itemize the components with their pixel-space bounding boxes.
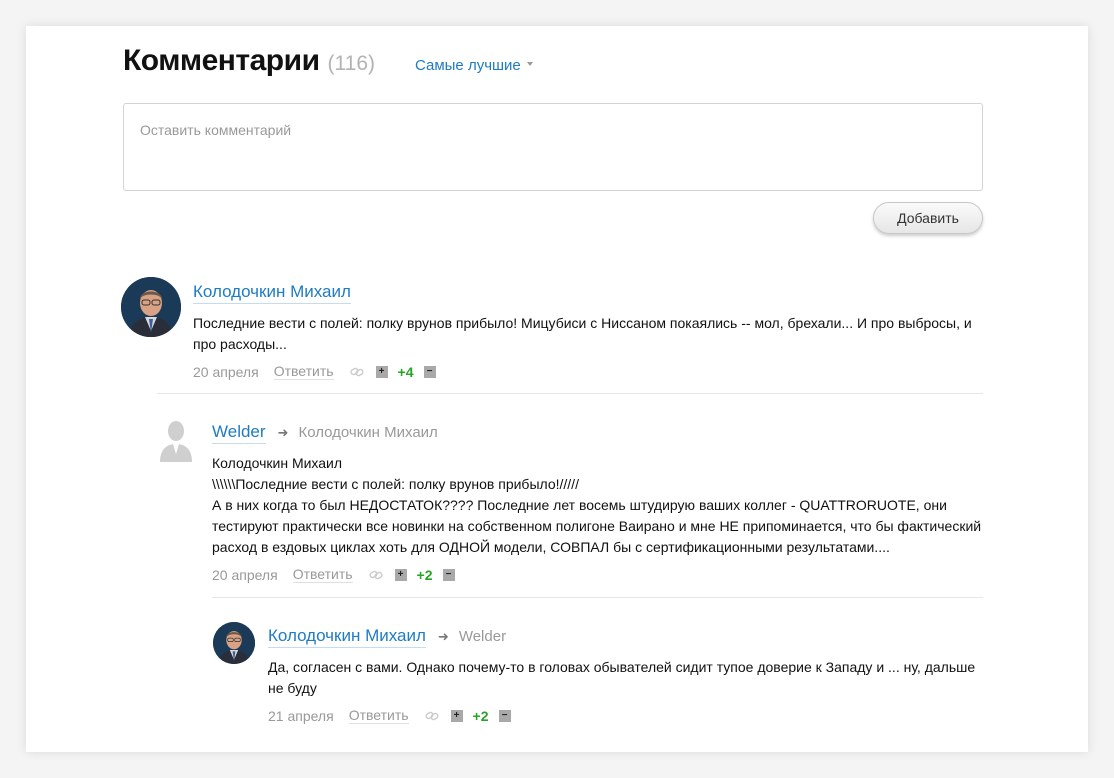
comment-date: 21 апреля — [268, 707, 334, 724]
comment-text-line: не буду — [268, 680, 317, 696]
downvote-button[interactable]: − — [423, 365, 436, 378]
avatar[interactable] — [213, 622, 255, 664]
link-icon[interactable] — [349, 367, 364, 377]
anonymous-user-icon — [160, 421, 192, 462]
add-comment-button[interactable]: Добавить — [873, 202, 983, 234]
comment-author[interactable]: Колодочкин Михаил — [193, 282, 351, 304]
arrow-right-icon: ➜ — [437, 629, 449, 644]
upvote-button[interactable]: + — [394, 568, 407, 581]
comment-item: Welder ➜ Колодочкин Михаил Колодочкин Ми… — [212, 422, 1012, 583]
avatar[interactable] — [158, 418, 194, 462]
comment-item: Колодочкин Михаил ➜ Welder Да, согласен … — [268, 626, 1008, 724]
comment-date: 20 апреля — [212, 566, 278, 583]
comment-author-line: Колодочкин Михаил ➜ Welder — [268, 626, 1008, 648]
comments-header: Комментарии (116) Самые лучшие — [123, 44, 533, 78]
link-icon[interactable] — [368, 570, 383, 580]
comment-text-line: А в них когда то был НЕДОСТАТОК???? Посл… — [212, 497, 947, 513]
comment-text-line: Последние вести с полей: полку врунов пр… — [193, 315, 972, 331]
comment-text-line: \\\\\\Последние вести с полей: полку вру… — [212, 476, 579, 492]
comment-text-line: тестируют практически все новинки на соб… — [212, 518, 982, 534]
reply-to-author[interactable]: Welder — [459, 628, 506, 645]
sort-dropdown[interactable]: Самые лучшие — [415, 57, 533, 74]
comments-count: (116) — [327, 52, 375, 75]
comments-panel: Комментарии (116) Самые лучшие Добавить … — [26, 26, 1088, 752]
comment-input-container — [123, 103, 983, 191]
page-title: Комментарии — [123, 44, 320, 77]
comment-item: Колодочкин Михаил Последние вести с поле… — [193, 282, 993, 380]
downvote-button[interactable]: − — [498, 709, 511, 722]
comment-author[interactable]: Колодочкин Михаил — [268, 626, 426, 648]
reply-to-author[interactable]: Колодочкин Михаил — [298, 424, 437, 441]
comment-text: Колодочкин Михаил \\\\\\Последние вести … — [212, 453, 1012, 558]
comment-author-line: Welder ➜ Колодочкин Михаил — [212, 422, 1012, 444]
comment-meta: 20 апреля Ответить + +2 − — [212, 566, 1012, 583]
comment-score: +2 — [472, 707, 489, 724]
comment-author[interactable]: Welder — [212, 422, 266, 444]
link-icon[interactable] — [424, 711, 439, 721]
comment-date: 20 апреля — [193, 363, 259, 380]
reply-button[interactable]: Ответить — [273, 363, 334, 380]
caret-down-icon — [526, 61, 533, 66]
user-photo-icon — [121, 277, 181, 337]
downvote-button[interactable]: − — [442, 568, 455, 581]
comment-text-line: Да, согласен с вами. Однако почему-то в … — [268, 659, 976, 675]
comment-meta: 20 апреля Ответить + +4 − — [193, 363, 993, 380]
comment-meta: 21 апреля Ответить + +2 − — [268, 707, 1008, 724]
sort-dropdown-label: Самые лучшие — [415, 57, 521, 74]
upvote-button[interactable]: + — [375, 365, 388, 378]
arrow-right-icon: ➜ — [277, 425, 289, 440]
comment-score: +4 — [397, 363, 414, 380]
comment-score: +2 — [416, 566, 433, 583]
reply-button[interactable]: Ответить — [348, 707, 409, 724]
comment-text-line: Колодочкин Михаил — [212, 455, 343, 471]
comment-input[interactable] — [140, 122, 966, 172]
comment-text: Да, согласен с вами. Однако почему-то в … — [268, 657, 1008, 699]
user-photo-icon — [213, 622, 255, 664]
comment-text-line: про расходы... — [193, 336, 287, 352]
comment-text: Последние вести с полей: полку врунов пр… — [193, 313, 993, 355]
avatar[interactable] — [121, 277, 181, 337]
upvote-button[interactable]: + — [450, 709, 463, 722]
divider — [212, 597, 983, 598]
divider — [157, 393, 983, 394]
comment-text-line: расход в ездовых циклах хоть для ОДНОЙ м… — [212, 539, 890, 555]
reply-button[interactable]: Ответить — [292, 566, 353, 583]
comment-author-line: Колодочкин Михаил — [193, 282, 993, 304]
